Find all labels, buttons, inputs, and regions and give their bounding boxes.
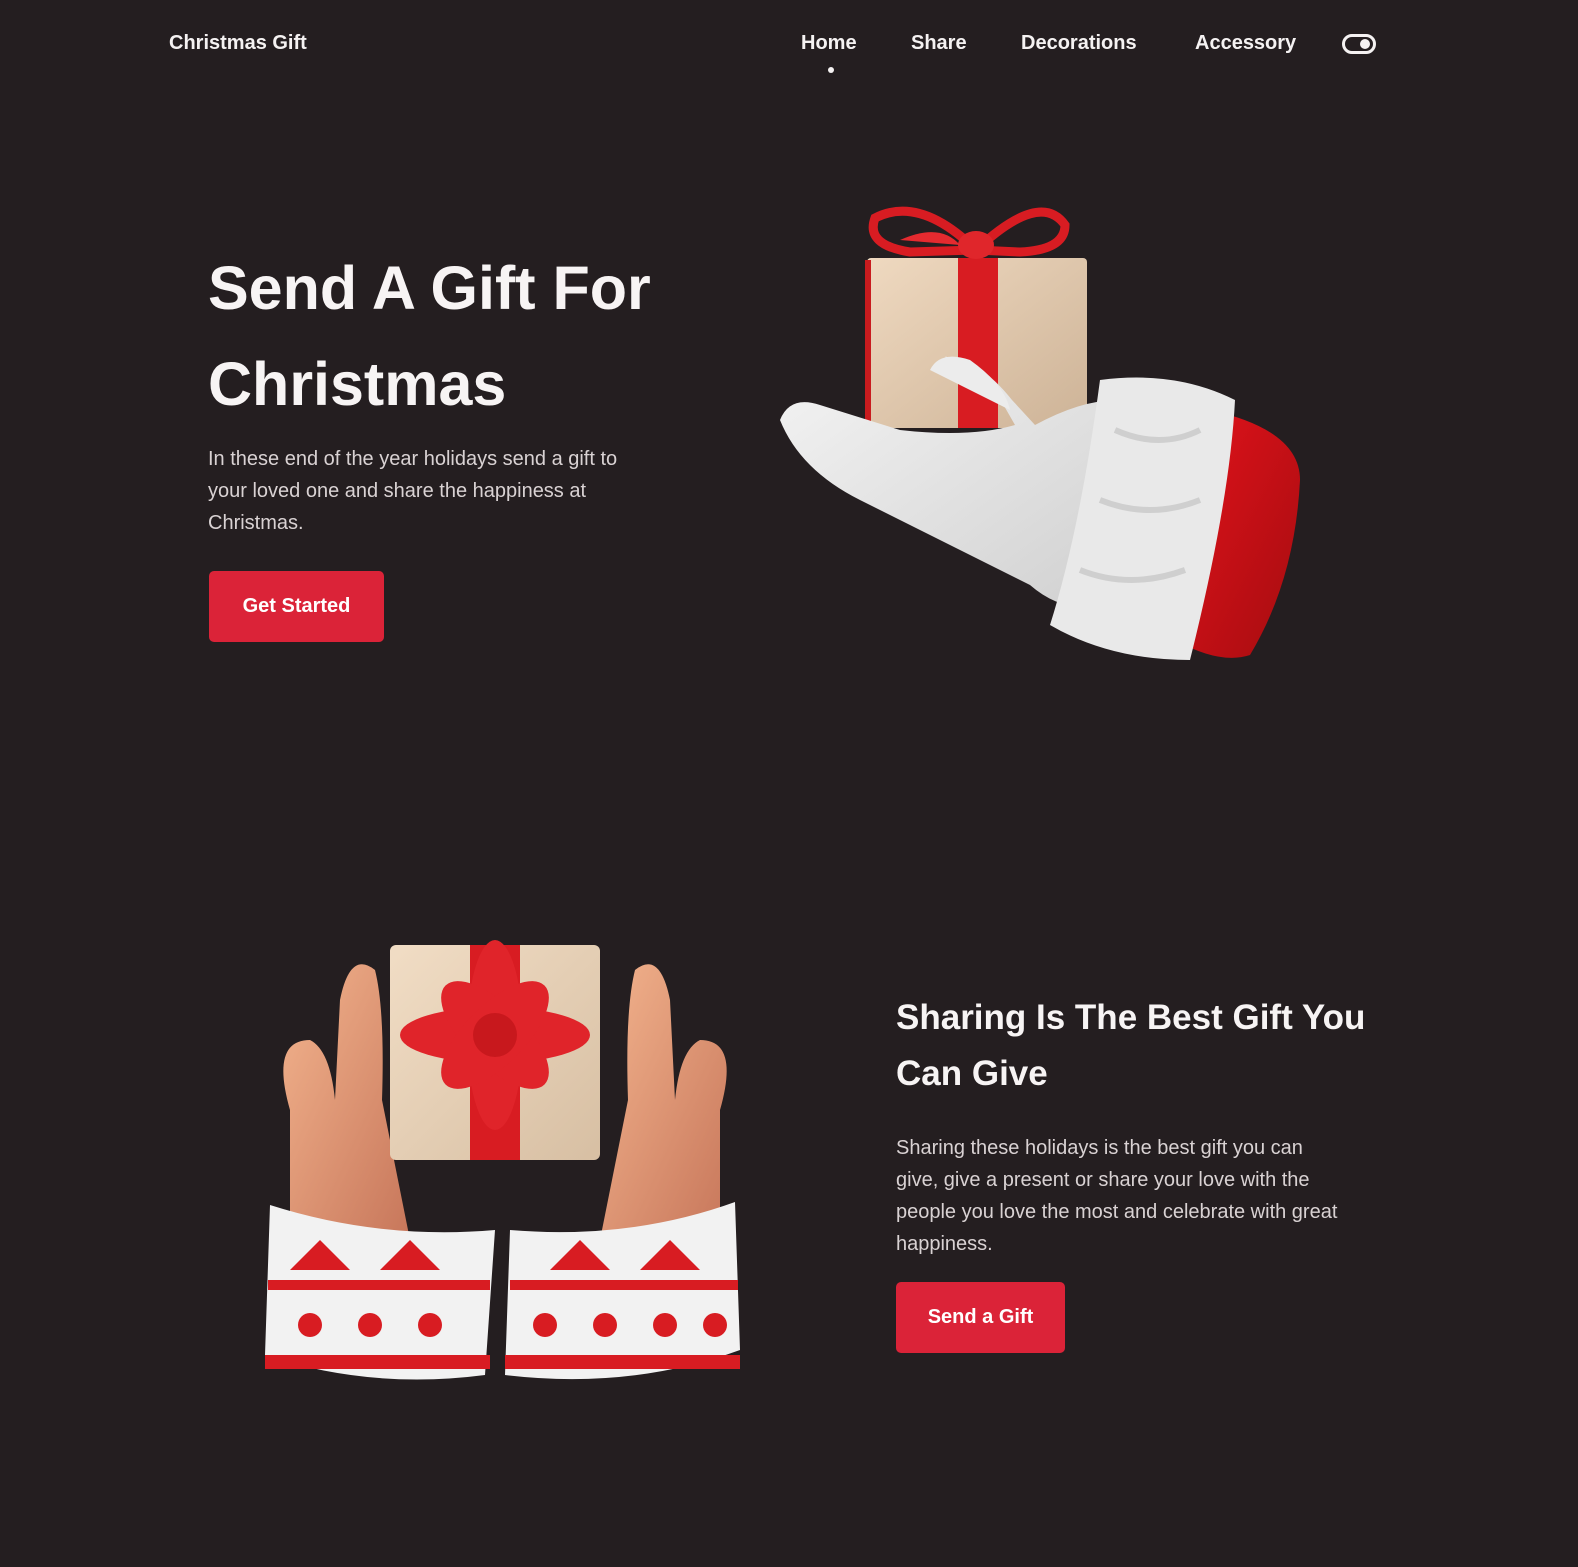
hands-gift-illustration	[265, 940, 740, 1380]
hero-description: In these end of the year holidays send a…	[208, 448, 618, 534]
header: Christmas Gift Home Share Decorations Ac…	[0, 0, 1578, 90]
nav-home[interactable]: Home	[801, 32, 857, 55]
share-section-description: Sharing these holidays is the best gift …	[896, 1137, 1338, 1255]
santa-hand-gift-illustration	[780, 206, 1300, 660]
theme-toggle-icon[interactable]	[1342, 34, 1376, 54]
nav-decorations[interactable]: Decorations	[1021, 32, 1137, 55]
toggle-knob	[1360, 39, 1370, 49]
nav-share[interactable]: Share	[911, 32, 967, 55]
logo[interactable]: Christmas Gift	[169, 32, 307, 55]
send-gift-button[interactable]: Send a Gift	[896, 1282, 1065, 1353]
get-started-button[interactable]: Get Started	[209, 571, 384, 642]
hero-title: Send A Gift For Christmas	[208, 254, 651, 418]
nav-accessory[interactable]: Accessory	[1195, 32, 1296, 55]
active-nav-indicator	[828, 67, 834, 73]
share-section-title: Sharing Is The Best Gift You Can Give	[896, 998, 1366, 1093]
